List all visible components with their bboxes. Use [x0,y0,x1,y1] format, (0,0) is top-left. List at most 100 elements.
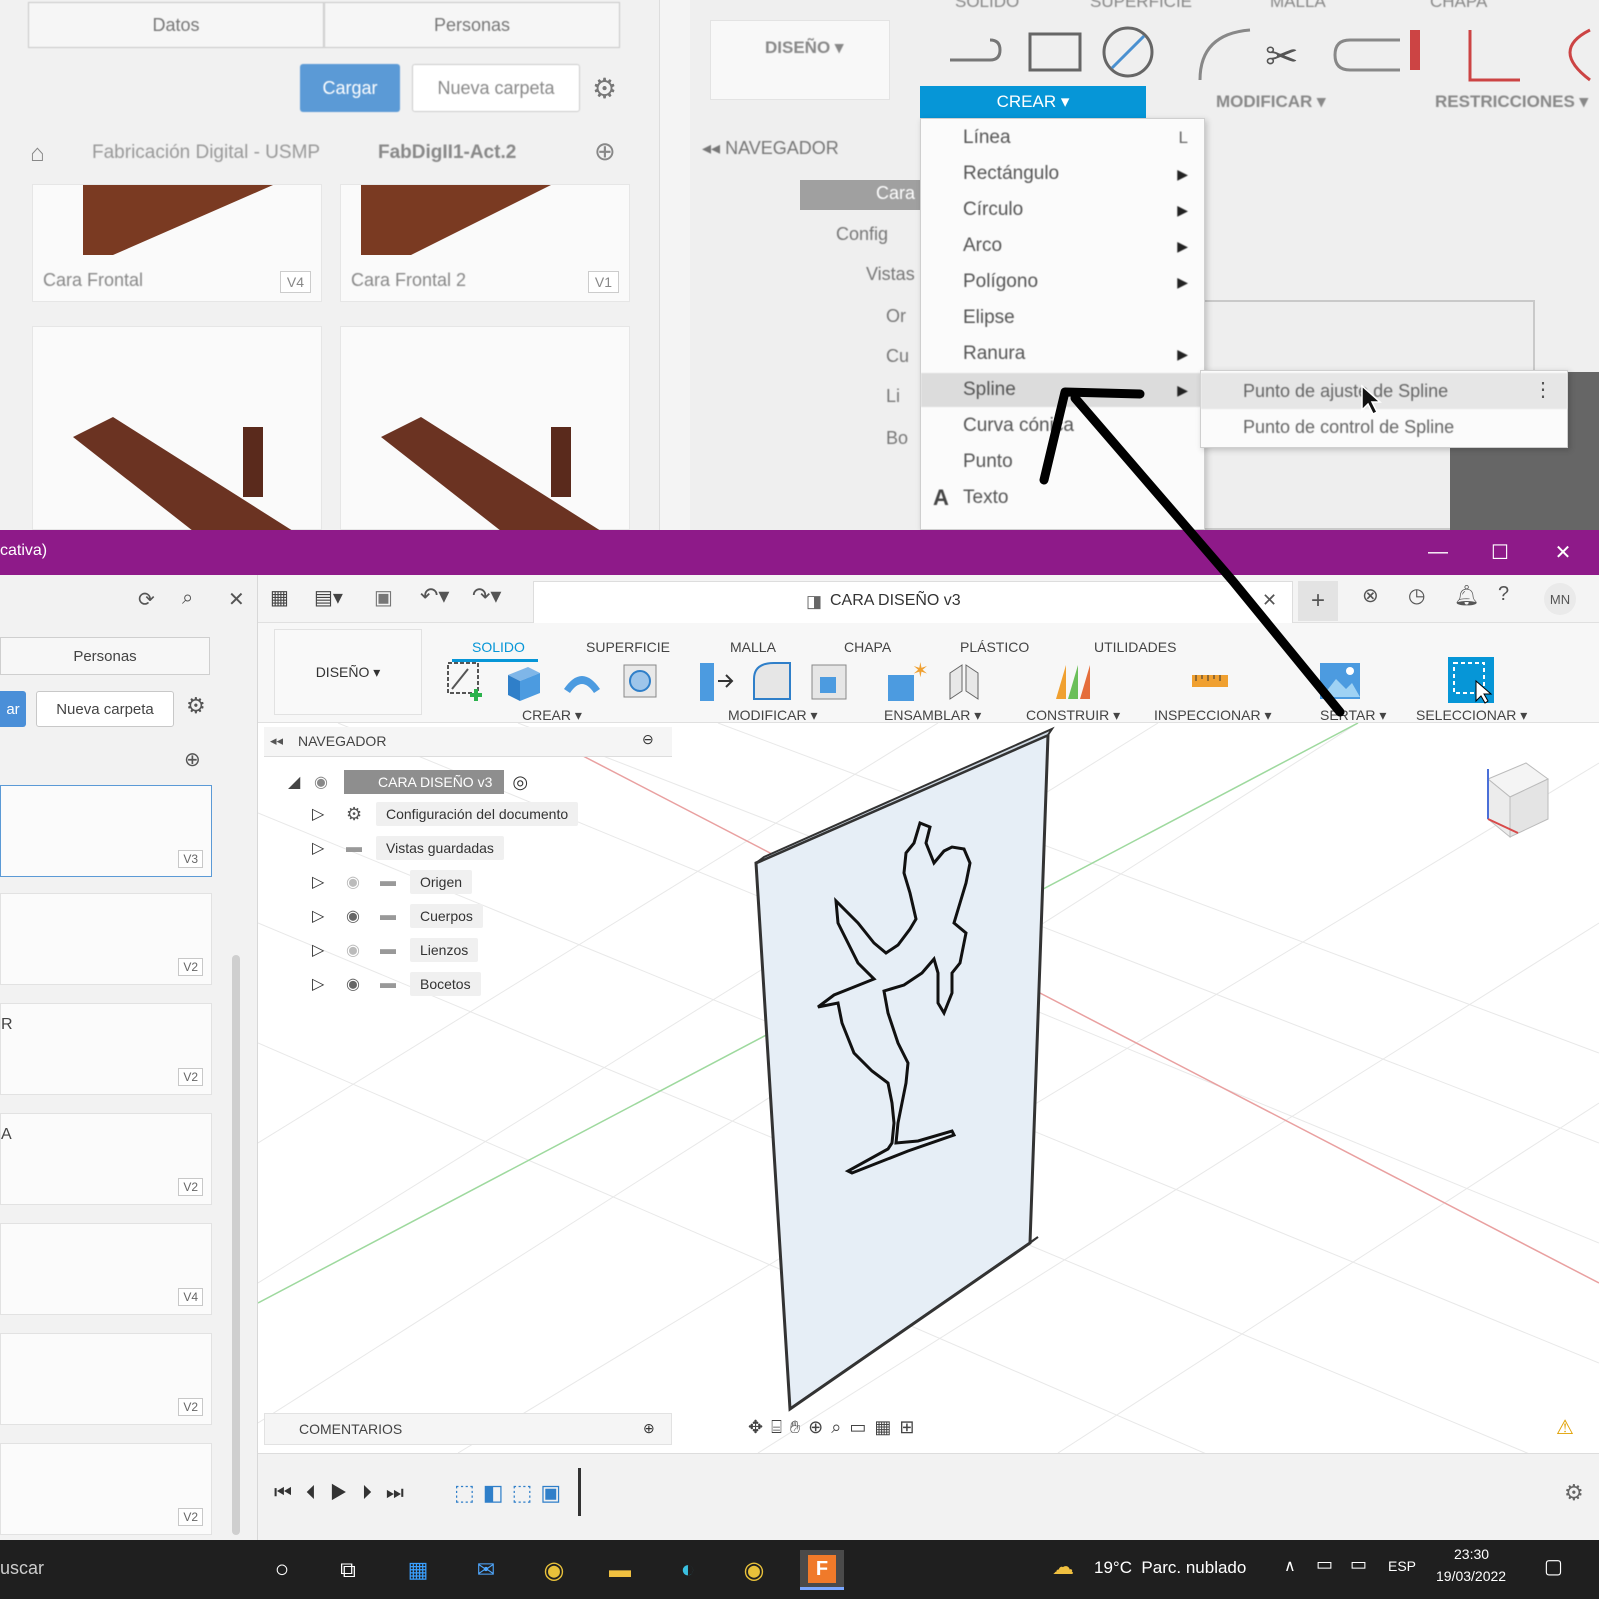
eye-icon[interactable]: ◉ [314,772,344,792]
language-indicator[interactable]: ESP [1388,1558,1416,1574]
eye-icon[interactable]: ◉ [346,974,380,994]
file-card[interactable]: Cara Frontal V4 [32,184,322,302]
browser-close-icon[interactable]: ⊖ [642,731,654,748]
sketch-feature-icon[interactable]: ⬚ [454,1480,483,1505]
weather-icon[interactable]: ☁ [1052,1554,1074,1580]
redo-icon[interactable]: ↷▾ [472,583,501,609]
nav-item[interactable]: Cara [876,183,915,204]
gear-icon[interactable]: ⚙ [186,693,206,719]
job-status-icon[interactable]: ◷ [1408,583,1425,608]
tab-utilidades[interactable]: UTILIDADES [1094,639,1176,655]
file-card[interactable]: Cara Frontal 2 V1 [340,184,630,302]
measure-icon[interactable] [1188,659,1232,703]
network-icon[interactable]: ▭ [1316,1554,1333,1575]
crear-dropdown[interactable]: CREAR ▾ [920,86,1146,118]
expand-arrow-icon[interactable]: ▷ [312,838,346,858]
menu-item-circulo[interactable]: Círculo ▶ [921,193,1204,227]
next-frame-icon[interactable]: ⏵ [362,1482,386,1504]
nav-item[interactable]: Cu [886,346,909,367]
restricciones-dropdown[interactable]: RESTRICCIONES ▾ [1435,92,1588,112]
design-dropdown[interactable]: DISEÑO ▾ [274,629,422,715]
new-component-icon[interactable]: ✶ [884,659,928,703]
help-icon[interactable]: ? [1498,583,1509,606]
first-frame-icon[interactable]: ⏮ [274,1482,306,1504]
undo-icon[interactable]: ↶▾ [420,583,449,609]
file-icon[interactable]: ▤▾ [314,585,343,610]
tab-datos[interactable]: Datos [28,2,324,48]
task-view-icon[interactable]: ⧉ [328,1550,368,1590]
offset-plane-icon[interactable] [1050,659,1094,703]
nav-item[interactable]: Or [886,306,906,327]
menu-item-arco[interactable]: Arco ▶ [921,229,1204,263]
browser-item[interactable]: ▷ ⚙ Configuración del documento [312,799,579,829]
zoom-icon[interactable]: ⊕ [808,1417,831,1437]
version-badge[interactable]: V1 [587,271,619,293]
submenu-item-control-point-spline[interactable]: Punto de control de Spline [1201,409,1567,445]
browser-item[interactable]: ▷ ◉ ▬ Origen [312,867,473,897]
version-badge[interactable]: V4 [279,271,311,293]
eye-icon[interactable]: ◉ [346,906,380,926]
viewcube-icon[interactable] [1468,749,1558,849]
file-card[interactable]: R V2 [0,1003,212,1095]
extensions-icon[interactable]: ⊗ [1362,583,1392,608]
notifications-icon[interactable]: 🔔︎ [1454,583,1479,608]
prev-frame-icon[interactable]: ⏴ [306,1482,330,1504]
expand-arrow-icon[interactable]: ▷ [312,974,346,994]
panel-model[interactable] [738,723,1078,1423]
close-icon[interactable]: ✕ [1543,536,1583,568]
eye-hidden-icon[interactable]: ◉ [346,872,380,892]
new-folder-button[interactable]: Nueva carpeta [412,64,580,112]
last-frame-icon[interactable]: ⏭ [386,1482,418,1504]
grid-settings-icon[interactable]: ▦ [874,1417,899,1437]
group-ensamblar[interactable]: ENSAMBLAR ▾ [884,707,981,724]
shell-icon[interactable] [808,659,852,703]
hole-icon[interactable] [618,659,662,703]
settings-icon[interactable]: ⚙ [1564,1480,1584,1506]
battery-icon[interactable]: ▭ [1350,1554,1367,1575]
play-icon[interactable]: ▶ [330,1482,362,1504]
close-tab-icon[interactable]: ✕ [1262,590,1277,611]
modificar-dropdown[interactable]: MODIFICAR ▾ [1216,92,1326,112]
breadcrumb-root[interactable]: Fabricación Digital - USMP [92,142,320,164]
tab-chapa[interactable]: CHAPA [844,639,891,655]
tab-chapa[interactable]: CHAPA [1430,0,1487,12]
browser-item[interactable]: ▷ ▬ Vistas guardadas [312,833,504,863]
insert-image-icon[interactable] [1318,659,1362,703]
cortana-icon[interactable]: ○ [262,1550,302,1590]
timeline-marker[interactable] [578,1468,581,1516]
group-seleccionar[interactable]: SELECCIONAR ▾ [1416,707,1527,724]
clock-time[interactable]: 23:30 [1454,1546,1489,1562]
browser-item[interactable]: ▷ ◉ ▬ Lienzos [312,935,479,965]
tab-personas[interactable]: Personas [0,637,210,675]
fillet-icon[interactable] [750,659,794,703]
close-panel-icon[interactable]: ✕ [228,587,245,612]
menu-item-punto[interactable]: Punto [921,445,1204,479]
more-icon[interactable]: ⋮ [1533,377,1553,402]
upload-button[interactable]: ar [0,691,26,727]
nav-item[interactable]: Vistas [866,264,915,285]
press-pull-icon[interactable] [692,659,736,703]
tab-superficie[interactable]: SUPERFICIE [1090,0,1192,12]
constraints-icons[interactable] [1390,20,1599,90]
nav-item[interactable]: Bo [886,428,908,449]
expand-arrow-icon[interactable]: ▷ [312,804,346,824]
pan-icon[interactable]: ✋︎ [790,1417,808,1437]
chrome-icon[interactable]: ◉ [534,1550,574,1590]
version-badge[interactable]: V3 [178,850,203,868]
minimize-icon[interactable]: — [1418,536,1458,568]
tab-personas[interactable]: Personas [324,2,620,48]
tab-superficie[interactable]: SUPERFICIE [586,639,670,655]
expand-arrow-icon[interactable]: ▷ [312,872,346,892]
activate-icon[interactable]: ◎ [512,772,528,793]
nav-item[interactable]: Li [886,386,900,407]
new-folder-button[interactable]: Nueva carpeta [36,691,174,727]
group-construir[interactable]: CONSTRUIR ▾ [1026,707,1120,724]
display-settings-icon[interactable]: ▭ [849,1417,874,1437]
extrude-icon[interactable] [502,659,546,703]
warning-icon[interactable]: ⚠ [1556,1415,1574,1440]
browser-item[interactable]: ▷ ◉ ▬ Bocetos [312,969,481,999]
expand-arrow-icon[interactable]: ▷ [312,940,346,960]
menu-item-linea[interactable]: Línea L [921,121,1204,155]
refresh-icon[interactable]: ⟳ [138,587,155,612]
comments-toggle-icon[interactable]: ⊕ [643,1420,655,1437]
